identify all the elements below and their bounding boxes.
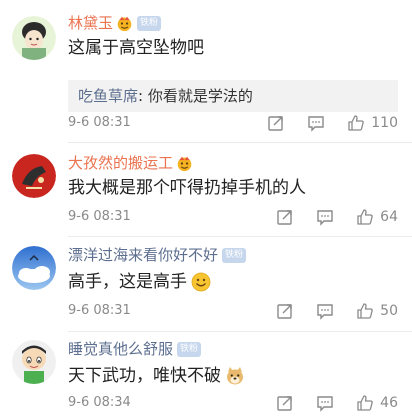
name-row: 林黛玉 铁粉: [68, 12, 162, 34]
fan-badge: 铁粉: [137, 15, 162, 31]
like-count: 46: [380, 395, 398, 411]
share-icon[interactable]: [276, 208, 294, 226]
reply-separator: :: [138, 87, 148, 105]
like-button[interactable]: 46: [356, 394, 398, 412]
action-bar: 64: [276, 206, 398, 228]
vip-emoji-icon: [176, 155, 193, 172]
like-count: 110: [371, 115, 398, 131]
comment-icon[interactable]: [316, 302, 334, 320]
comment-item: 大孜然的搬运工 我大概是那个吓得扔掉手机的人 9-6 08:31 64: [0, 150, 412, 230]
timestamp: 9-6 08:31: [68, 303, 131, 318]
avatar[interactable]: [12, 154, 56, 198]
timestamp: 9-6 08:34: [68, 395, 131, 410]
reply-text: 你看就是学法的: [147, 87, 253, 105]
vip-emoji-icon: [116, 15, 133, 32]
like-button[interactable]: 110: [347, 114, 398, 132]
action-bar: 46: [276, 392, 398, 414]
avatar[interactable]: [12, 16, 56, 60]
comment-item: 睡觉真他么舒服 铁粉 天下武功，唯快不破 9-6 08:34 46: [0, 336, 412, 419]
like-count: 50: [380, 303, 398, 319]
like-icon: [347, 114, 365, 132]
comment-icon[interactable]: [316, 208, 334, 226]
doge-emoji-icon: [225, 366, 245, 386]
reply-username[interactable]: 吃鱼草席: [78, 87, 138, 105]
comment-text-content: 天下武功，唯快不破: [68, 366, 221, 386]
comment-text: 我大概是那个吓得扔掉手机的人: [68, 178, 306, 198]
fan-badge: 铁粉: [177, 341, 202, 357]
divider: [68, 331, 412, 332]
comment-text-content: 高手，这是高手: [68, 272, 187, 292]
share-icon[interactable]: [267, 114, 285, 132]
timestamp: 9-6 08:31: [68, 115, 131, 130]
comment-text: 高手，这是高手: [68, 270, 211, 294]
comment-item: 漂洋过海来看你好不好 铁粉 高手，这是高手 9-6 08:31 50: [0, 242, 412, 328]
action-bar: 50: [276, 300, 398, 322]
avatar[interactable]: [12, 246, 56, 290]
like-icon: [356, 302, 374, 320]
share-icon[interactable]: [276, 302, 294, 320]
name-row: 睡觉真他么舒服 铁粉: [68, 338, 202, 360]
avatar[interactable]: [12, 340, 56, 384]
like-button[interactable]: 64: [356, 208, 398, 226]
like-count: 64: [380, 209, 398, 225]
comment-text: 这属于高空坠物吧: [68, 38, 204, 58]
reply-box[interactable]: 吃鱼草席: 你看就是学法的: [68, 80, 398, 112]
username[interactable]: 大孜然的搬运工: [68, 153, 173, 173]
smile-emoji-icon: [191, 272, 211, 292]
username[interactable]: 睡觉真他么舒服: [68, 339, 173, 359]
username[interactable]: 林黛玉: [68, 13, 113, 33]
like-icon: [356, 208, 374, 226]
name-row: 漂洋过海来看你好不好 铁粉: [68, 244, 247, 266]
comment-text: 天下武功，唯快不破: [68, 364, 245, 388]
timestamp: 9-6 08:31: [68, 209, 131, 224]
fan-badge: 铁粉: [222, 247, 247, 263]
name-row: 大孜然的搬运工: [68, 152, 193, 174]
comment-icon[interactable]: [307, 114, 325, 132]
comment-icon[interactable]: [316, 394, 334, 412]
share-icon[interactable]: [276, 394, 294, 412]
action-bar: 110: [267, 112, 398, 134]
divider: [68, 236, 412, 237]
divider: [68, 142, 412, 143]
comment-item: 林黛玉 铁粉 这属于高空坠物吧 吃鱼草席: 你看就是学法的 9-6 08:31: [0, 10, 412, 142]
username[interactable]: 漂洋过海来看你好不好: [68, 245, 218, 265]
like-icon: [356, 394, 374, 412]
like-button[interactable]: 50: [356, 302, 398, 320]
